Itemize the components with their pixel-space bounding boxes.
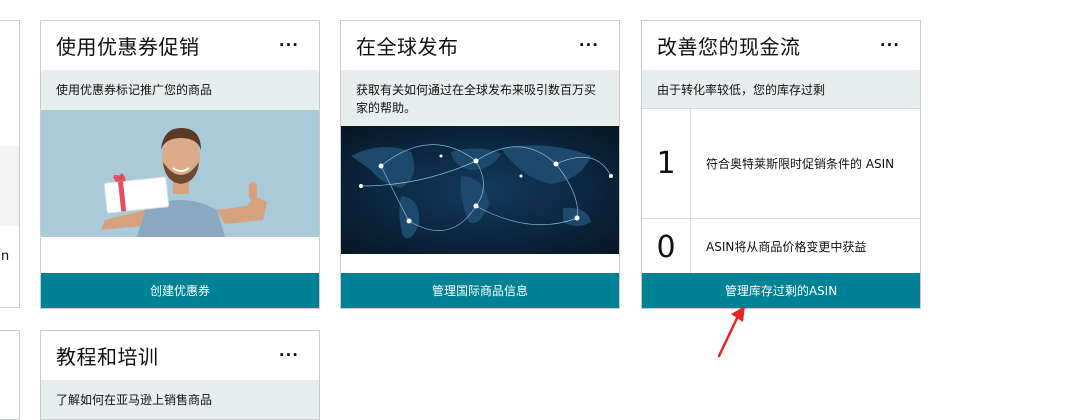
more-options-icon[interactable]: ···: [279, 348, 299, 363]
metric-label: 符合奥特莱斯限时促销条件的 ASIN: [706, 156, 895, 171]
metric-row[interactable]: 0 ASIN将从商品价格变更中获益: [642, 218, 920, 275]
global-card-subtitle: 获取有关如何通过在全球发布来吸引数百万买家的帮助。: [341, 70, 619, 126]
manage-excess-inventory-button[interactable]: 管理库存过剩的ASIN: [642, 273, 920, 308]
man-with-coupon-illustration: [41, 110, 319, 237]
global-card-title: 在全球发布: [356, 35, 459, 59]
more-options-icon[interactable]: ···: [279, 38, 299, 53]
manage-international-listings-button[interactable]: 管理国际商品信息: [341, 273, 619, 308]
metric-value: 0: [642, 219, 691, 275]
cashflow-card-title: 改善您的现金流: [657, 35, 801, 59]
partial-card-left-bottom: [0, 330, 20, 420]
cashflow-card-subtitle: 由于转化率较低，您的库存过剩: [642, 70, 920, 108]
global-card-header: 在全球发布: [341, 21, 619, 70]
metric-label: ASIN将从商品价格变更中获益: [706, 240, 867, 254]
create-coupon-button[interactable]: 创建优惠券: [41, 273, 319, 308]
world-network-illustration: [341, 126, 619, 254]
tutorial-card: 教程和培训 ··· 了解如何在亚马逊上销售商品: [40, 330, 320, 420]
more-options-icon[interactable]: ···: [880, 38, 900, 53]
tutorial-card-header: 教程和培训: [41, 331, 319, 380]
global-card: 在全球发布 ··· 获取有关如何通过在全球发布来吸引数百万买家的帮助。 管理国际…: [340, 20, 620, 309]
coupon-card: 使用优惠券促销 ··· 使用优惠券标记推广您的商品 创建优惠券: [40, 20, 320, 309]
metric-value: 1: [642, 109, 691, 218]
metric-row[interactable]: 1 符合奥特莱斯限时促销条件的 ASIN: [642, 108, 920, 218]
cashflow-card: 改善您的现金流 ··· 由于转化率较低，您的库存过剩 1 符合奥特莱斯限时促销条…: [641, 20, 921, 309]
red-arrow-annotation: [717, 306, 745, 358]
world-map-image: [341, 126, 619, 254]
partial-card-left-top: n: [0, 20, 20, 308]
coupon-card-title: 使用优惠券促销: [56, 35, 200, 59]
tutorial-card-subtitle: 了解如何在亚马逊上销售商品: [41, 380, 319, 419]
partial-card-text: n: [1, 249, 10, 264]
coupon-image: [41, 110, 319, 237]
coupon-card-subtitle: 使用优惠券标记推广您的商品: [41, 70, 319, 110]
partial-card-band: [0, 146, 19, 226]
tutorial-card-title: 教程和培训: [56, 345, 159, 369]
more-options-icon[interactable]: ···: [579, 38, 599, 53]
cashflow-card-header: 改善您的现金流: [642, 21, 920, 70]
coupon-card-header: 使用优惠券促销: [41, 21, 319, 70]
